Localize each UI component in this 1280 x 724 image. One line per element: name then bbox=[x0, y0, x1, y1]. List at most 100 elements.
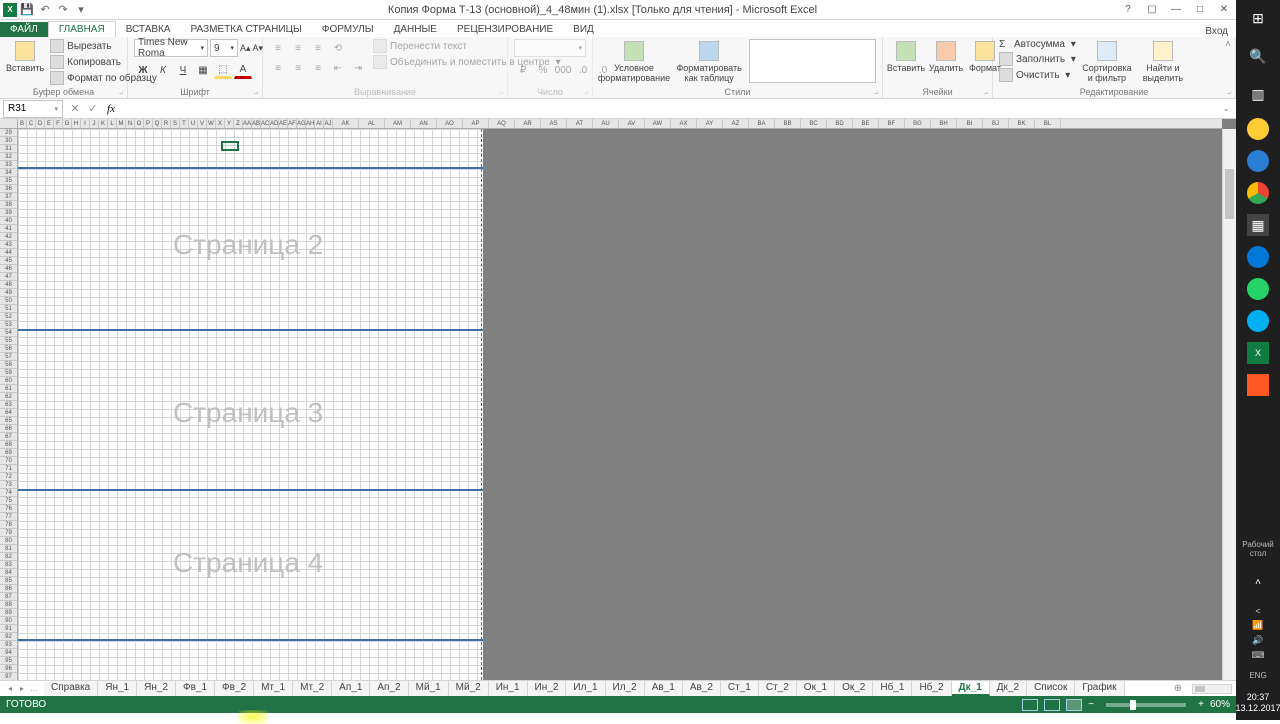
column-header[interactable]: BD bbox=[827, 119, 853, 128]
row-header[interactable]: 42 bbox=[0, 233, 17, 241]
save-icon[interactable]: 💾 bbox=[19, 2, 35, 18]
percent-icon[interactable]: % bbox=[534, 61, 552, 79]
taskbar-clock[interactable]: 20:37 13.12.2017 bbox=[1235, 690, 1280, 720]
cell-styles-gallery[interactable] bbox=[749, 39, 876, 83]
excel-taskbar-icon[interactable]: X bbox=[1247, 342, 1269, 364]
tab-review[interactable]: РЕЦЕНЗИРОВАНИЕ bbox=[447, 22, 563, 37]
sign-in-link[interactable]: Вход bbox=[1205, 26, 1236, 37]
row-header[interactable]: 53 bbox=[0, 321, 17, 329]
cancel-formula-icon[interactable]: ✕ bbox=[66, 102, 84, 115]
row-header[interactable]: 56 bbox=[0, 345, 17, 353]
column-header[interactable]: AG bbox=[297, 119, 306, 128]
row-header[interactable]: 72 bbox=[0, 473, 17, 481]
row-header[interactable]: 36 bbox=[0, 185, 17, 193]
column-header[interactable]: AU bbox=[593, 119, 619, 128]
sheet-tab[interactable]: Мт_2 bbox=[293, 681, 332, 696]
row-header[interactable]: 91 bbox=[0, 625, 17, 633]
row-header[interactable]: 31 bbox=[0, 145, 17, 153]
column-header[interactable]: AI bbox=[315, 119, 324, 128]
row-header[interactable]: 96 bbox=[0, 665, 17, 673]
row-header[interactable]: 65 bbox=[0, 417, 17, 425]
expand-formula-bar-icon[interactable]: ⌄ bbox=[1222, 103, 1236, 114]
row-header[interactable]: 92 bbox=[0, 633, 17, 641]
tab-nav-menu-icon[interactable]: … bbox=[28, 684, 40, 693]
sheet-tab[interactable]: Фв_1 bbox=[176, 681, 215, 696]
close-icon[interactable]: ✕ bbox=[1212, 0, 1236, 20]
sheet-tab[interactable]: Нб_1 bbox=[873, 681, 912, 696]
column-header[interactable]: BE bbox=[853, 119, 879, 128]
sheet-tab[interactable]: Ян_1 bbox=[98, 681, 137, 696]
autosum-button[interactable]: Σ Автосумма ▾ bbox=[999, 39, 1076, 50]
scrollbar-thumb[interactable] bbox=[1225, 169, 1234, 219]
sheet-tab[interactable]: Справка bbox=[44, 681, 98, 696]
align-right-icon[interactable]: ≡ bbox=[309, 59, 327, 77]
chrome-icon[interactable] bbox=[1247, 182, 1269, 204]
column-header[interactable]: O bbox=[135, 119, 144, 128]
column-headers[interactable]: BCDEFGHIJKLMNOPQRSTUVWXYZAAABACADAEAFAGA… bbox=[18, 119, 1222, 129]
fill-color-button[interactable]: ⬚ bbox=[214, 61, 232, 79]
sheet-tab[interactable]: Ап_1 bbox=[332, 681, 370, 696]
column-header[interactable]: BH bbox=[931, 119, 957, 128]
row-header[interactable]: 66 bbox=[0, 425, 17, 433]
align-middle-icon[interactable]: ≡ bbox=[289, 39, 307, 57]
horizontal-scrollbar[interactable] bbox=[1192, 684, 1232, 694]
tab-insert[interactable]: ВСТАВКА bbox=[116, 22, 181, 37]
search-icon[interactable]: 🔍 bbox=[1244, 42, 1272, 70]
row-header[interactable]: 45 bbox=[0, 257, 17, 265]
column-header[interactable]: AT bbox=[567, 119, 593, 128]
row-header[interactable]: 71 bbox=[0, 465, 17, 473]
tab-home[interactable]: ГЛАВНАЯ bbox=[48, 21, 116, 37]
font-size-select[interactable]: 9▾ bbox=[210, 39, 238, 57]
column-header[interactable]: T bbox=[180, 119, 189, 128]
row-header[interactable]: 64 bbox=[0, 409, 17, 417]
column-header[interactable]: AQ bbox=[489, 119, 515, 128]
column-header[interactable]: F bbox=[54, 119, 63, 128]
column-header[interactable]: I bbox=[81, 119, 90, 128]
row-header[interactable]: 34 bbox=[0, 169, 17, 177]
calculator-icon[interactable]: ▦ bbox=[1247, 214, 1269, 236]
row-header[interactable]: 78 bbox=[0, 521, 17, 529]
column-header[interactable]: BA bbox=[749, 119, 775, 128]
sheet-tab[interactable]: Мй_1 bbox=[409, 681, 449, 696]
tab-view[interactable]: ВИД bbox=[563, 22, 604, 37]
edge-icon[interactable] bbox=[1247, 246, 1269, 268]
number-format-select[interactable]: ▾ bbox=[514, 39, 586, 57]
collapse-ribbon-icon[interactable]: ˄ bbox=[1225, 39, 1231, 50]
ribbon-options-icon[interactable]: ▢ bbox=[1140, 0, 1164, 20]
column-header[interactable]: AL bbox=[359, 119, 385, 128]
column-header[interactable]: G bbox=[63, 119, 72, 128]
column-header[interactable]: AX bbox=[671, 119, 697, 128]
row-header[interactable]: 88 bbox=[0, 601, 17, 609]
sheet-tab[interactable]: Ок_2 bbox=[835, 681, 873, 696]
column-header[interactable]: AO bbox=[437, 119, 463, 128]
tab-page-layout[interactable]: РАЗМЕТКА СТРАНИЦЫ bbox=[181, 22, 312, 37]
row-header[interactable]: 41 bbox=[0, 225, 17, 233]
row-header[interactable]: 75 bbox=[0, 497, 17, 505]
column-header[interactable]: AP bbox=[463, 119, 489, 128]
column-header[interactable]: AY bbox=[697, 119, 723, 128]
tab-data[interactable]: ДАННЫЕ bbox=[384, 22, 447, 37]
whatsapp-icon[interactable] bbox=[1247, 278, 1269, 300]
row-header[interactable]: 60 bbox=[0, 377, 17, 385]
row-header[interactable]: 63 bbox=[0, 401, 17, 409]
column-header[interactable]: J bbox=[90, 119, 99, 128]
row-header[interactable]: 49 bbox=[0, 289, 17, 297]
row-header[interactable]: 38 bbox=[0, 201, 17, 209]
delete-cells-button[interactable]: Удалить bbox=[929, 39, 963, 73]
align-left-icon[interactable]: ≡ bbox=[269, 59, 287, 77]
column-header[interactable]: Z bbox=[234, 119, 243, 128]
row-header[interactable]: 62 bbox=[0, 393, 17, 401]
row-header[interactable]: 81 bbox=[0, 545, 17, 553]
column-header[interactable]: AW bbox=[645, 119, 671, 128]
globe-icon[interactable] bbox=[1247, 150, 1269, 172]
qat-dropdown-icon[interactable]: ▾ bbox=[73, 2, 89, 18]
row-header[interactable]: 32 bbox=[0, 153, 17, 161]
sheet-tab[interactable]: Ян_2 bbox=[137, 681, 176, 696]
desktop-label[interactable]: Рабочий стол bbox=[1236, 540, 1280, 558]
network-icon[interactable]: 📶 bbox=[1252, 620, 1263, 631]
column-header[interactable]: AB bbox=[252, 119, 261, 128]
shrink-font-icon[interactable]: A▾ bbox=[253, 43, 264, 54]
column-header[interactable]: AE bbox=[279, 119, 288, 128]
tab-file[interactable]: ФАЙЛ bbox=[0, 22, 48, 37]
tab-nav-first-icon[interactable]: ◂ bbox=[4, 684, 16, 693]
